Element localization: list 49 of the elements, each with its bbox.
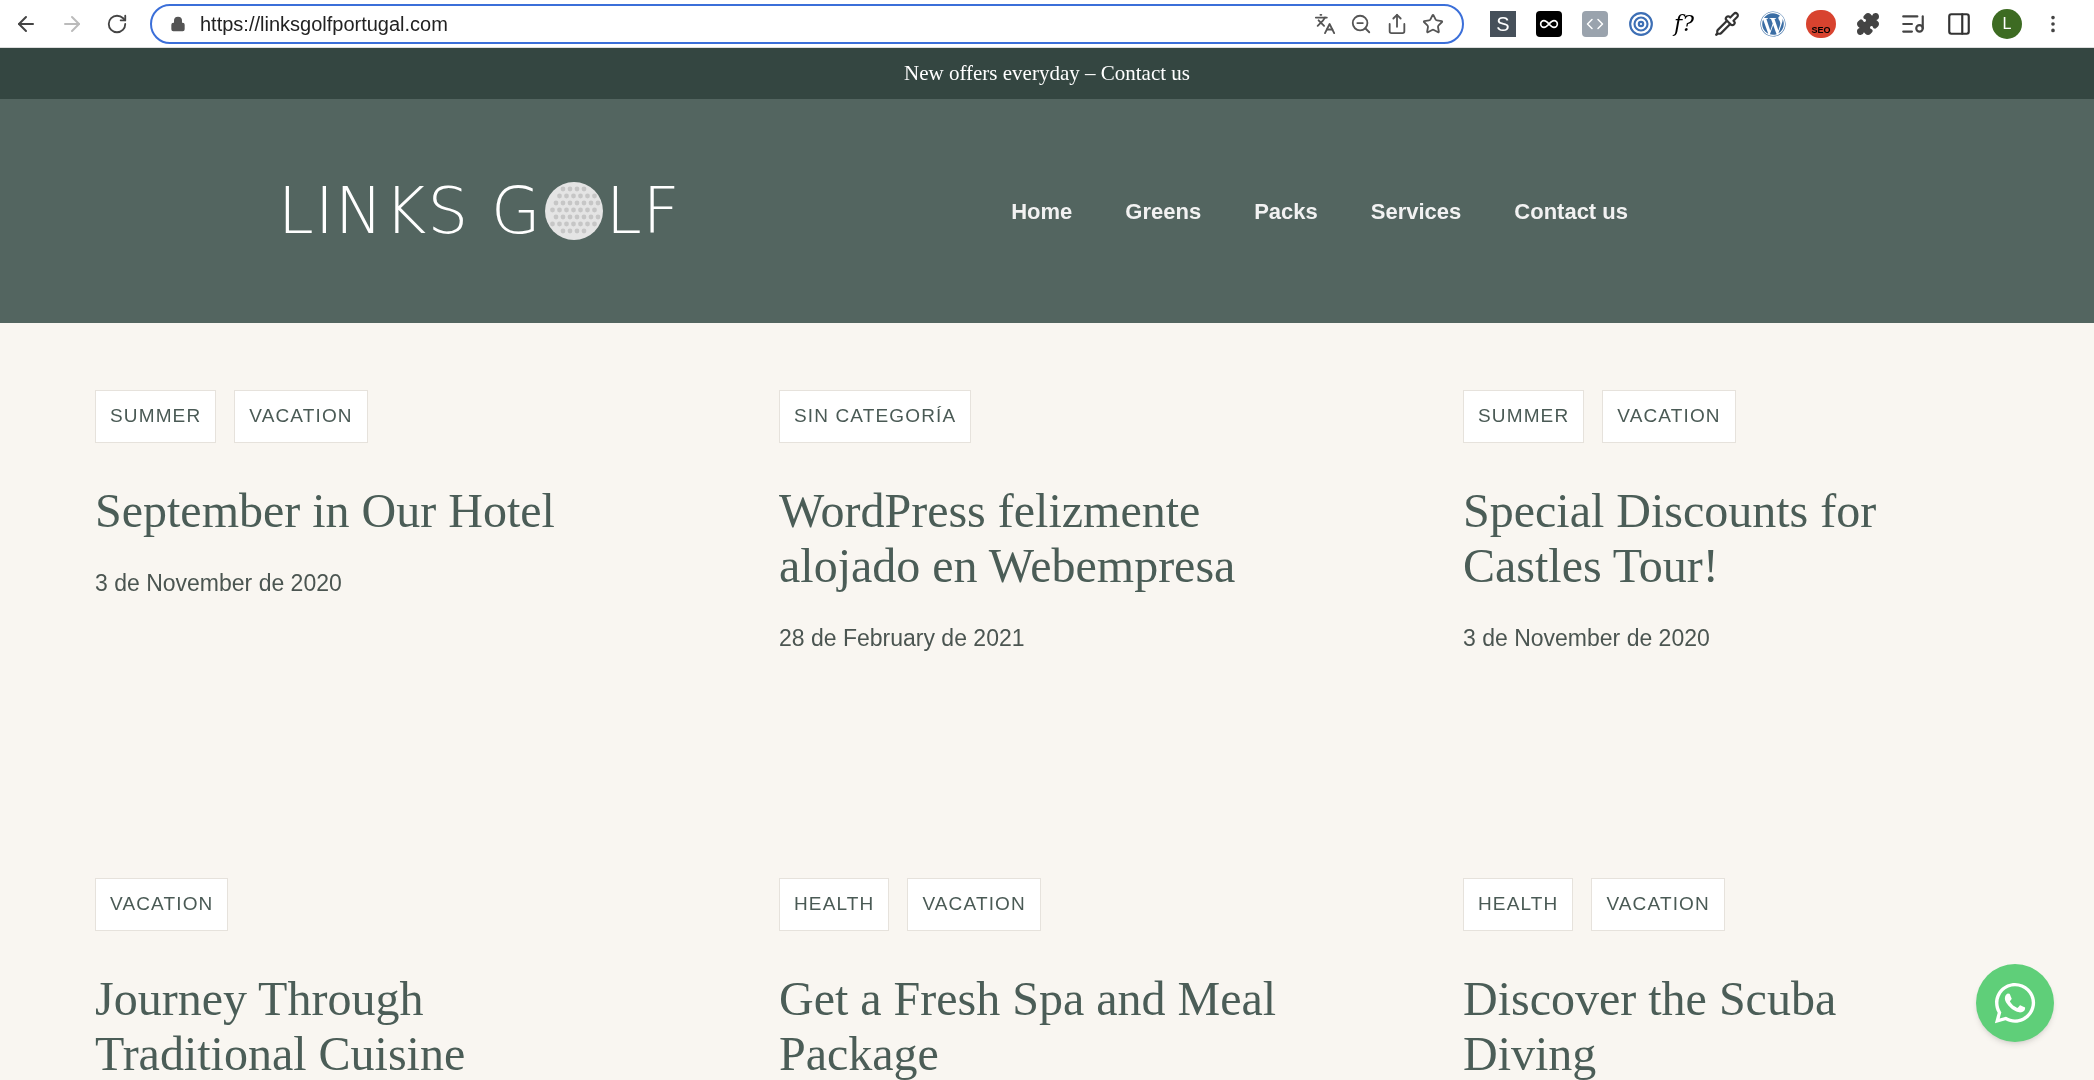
code-icon[interactable]	[1582, 10, 1608, 37]
category-tag[interactable]: SUMMER	[95, 390, 217, 443]
profile-avatar[interactable]: L	[1991, 8, 2022, 39]
site-logo[interactable]: LINKS G LF	[278, 163, 681, 259]
category-tag[interactable]: VACATION	[1602, 390, 1736, 443]
address-bar[interactable]: https://linksgolfportugal.com	[150, 3, 1464, 44]
post-title[interactable]: Discover the Scuba Diving	[1463, 971, 2094, 1080]
golf-ball-icon	[543, 181, 604, 241]
logo-text: LINKS G	[278, 173, 542, 250]
post-title[interactable]: WordPress felizmente alojado en Webempresa	[779, 483, 1463, 593]
side-panel-icon[interactable]	[1945, 10, 1972, 37]
infinity-icon[interactable]	[1536, 10, 1562, 37]
post-title[interactable]: Journey Through Traditional Cuisine	[95, 971, 779, 1080]
share-icon[interactable]	[1386, 12, 1408, 35]
nav-link[interactable]: Services	[1370, 194, 1462, 228]
puzzle-icon[interactable]	[1855, 11, 1880, 36]
category-tag[interactable]: HEALTH	[779, 878, 890, 931]
translate-icon[interactable]	[1314, 12, 1336, 35]
category-tag[interactable]: VACATION	[907, 878, 1041, 931]
extension-icon[interactable]: f?	[1674, 7, 1694, 40]
post-title[interactable]: September in Our Hotel	[95, 483, 779, 538]
nav-link[interactable]: Home	[1011, 194, 1073, 228]
post-date: 3 de November de 2020	[1463, 624, 1711, 653]
lock-icon	[170, 15, 186, 32]
category-tag[interactable]: VACATION	[234, 390, 368, 443]
wordpress-icon[interactable]	[1759, 10, 1786, 37]
post-date: 28 de February de 2021	[779, 624, 1026, 653]
reload-icon[interactable]	[106, 12, 128, 35]
target-icon[interactable]	[1628, 10, 1654, 37]
url-text: https://linksgolfportugal.com	[200, 11, 449, 37]
seo-icon[interactable]: SEO	[1805, 9, 1836, 38]
nav-link[interactable]: Packs	[1254, 194, 1318, 228]
zoom-out-icon[interactable]	[1350, 12, 1372, 35]
category-tag[interactable]: VACATION	[95, 878, 229, 931]
logo-text: LF	[605, 173, 681, 250]
post-title[interactable]: Get a Fresh Spa and Meal Package	[779, 971, 1463, 1080]
category-tag[interactable]: HEALTH	[1463, 878, 1574, 931]
nav-link[interactable]: Greens	[1125, 194, 1202, 228]
post-date: 3 de November de 2020	[95, 569, 343, 598]
bookmark-icon[interactable]	[1422, 12, 1444, 35]
eyedropper-icon[interactable]	[1713, 10, 1740, 37]
banner-link[interactable]: New offers everyday – Contact us	[904, 57, 1190, 90]
category-tag[interactable]: SIN CATEGORÍA	[779, 390, 972, 443]
category-tag[interactable]: SUMMER	[1463, 390, 1585, 443]
nav-link[interactable]: Contact us	[1514, 194, 1628, 228]
extension-icon[interactable]: S	[1490, 10, 1516, 37]
category-tag[interactable]: VACATION	[1591, 878, 1725, 931]
whatsapp-icon	[1992, 980, 2038, 1026]
post-title[interactable]: Special Discounts for Castles Tour!	[1463, 483, 2094, 593]
